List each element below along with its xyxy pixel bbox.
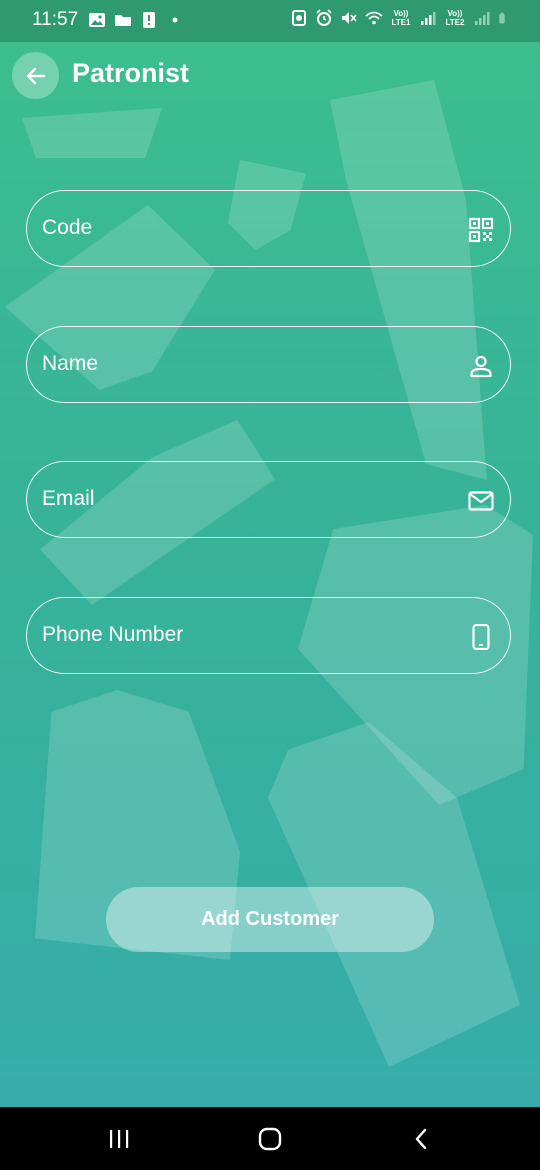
email-label: Email (42, 487, 95, 510)
sync-icon (292, 10, 306, 26)
status-bar: 11:57 Vo)) LTE1 Vo)) LTE2 (0, 0, 540, 42)
qr-code-icon[interactable] (468, 217, 494, 243)
screen: 11:57 Vo)) LTE1 Vo)) LTE2 Patronist Code… (0, 0, 540, 1107)
mute-icon (342, 12, 357, 24)
phone-icon (472, 624, 490, 650)
back-icon (415, 1128, 427, 1150)
mail-icon (468, 491, 494, 511)
system-nav-bar (0, 1107, 540, 1170)
phone-number-field[interactable]: Phone Number (26, 597, 511, 674)
alert-icon (143, 12, 155, 28)
background-pattern-piece (22, 108, 162, 158)
signal-icon (475, 12, 490, 25)
code-label: Code (42, 216, 93, 239)
image-icon (89, 13, 105, 27)
lte2-label: Vo)) LTE2 (445, 9, 465, 27)
name-label: Name (42, 352, 99, 375)
recent-apps-icon (110, 1130, 129, 1148)
back-nav-button[interactable] (406, 1125, 436, 1153)
back-button[interactable] (12, 52, 59, 99)
code-field[interactable]: Code (26, 190, 511, 267)
background-pattern-piece (330, 80, 487, 480)
folder-icon (115, 15, 131, 26)
home-button[interactable] (255, 1125, 285, 1153)
alarm-icon (316, 9, 332, 26)
status-time: 11:57 (32, 9, 79, 30)
app-bar: Patronist (0, 42, 540, 108)
arrow-left-icon (26, 67, 45, 84)
add-customer-button[interactable]: Add Customer (106, 887, 434, 952)
signal-icon (421, 12, 436, 25)
email-field[interactable]: Email (26, 461, 511, 538)
home-icon (258, 1127, 282, 1151)
recent-apps-button[interactable] (104, 1125, 134, 1153)
phone-number-label: Phone Number (42, 623, 184, 646)
name-field[interactable]: Name (26, 326, 511, 403)
person-icon (470, 355, 492, 378)
battery-icon (499, 12, 505, 24)
page-title: Patronist (72, 58, 190, 88)
wifi-icon (365, 11, 383, 25)
dot-icon (172, 17, 178, 23)
lte1-label: Vo)) LTE1 (391, 9, 411, 27)
add-customer-label: Add Customer (201, 908, 339, 930)
